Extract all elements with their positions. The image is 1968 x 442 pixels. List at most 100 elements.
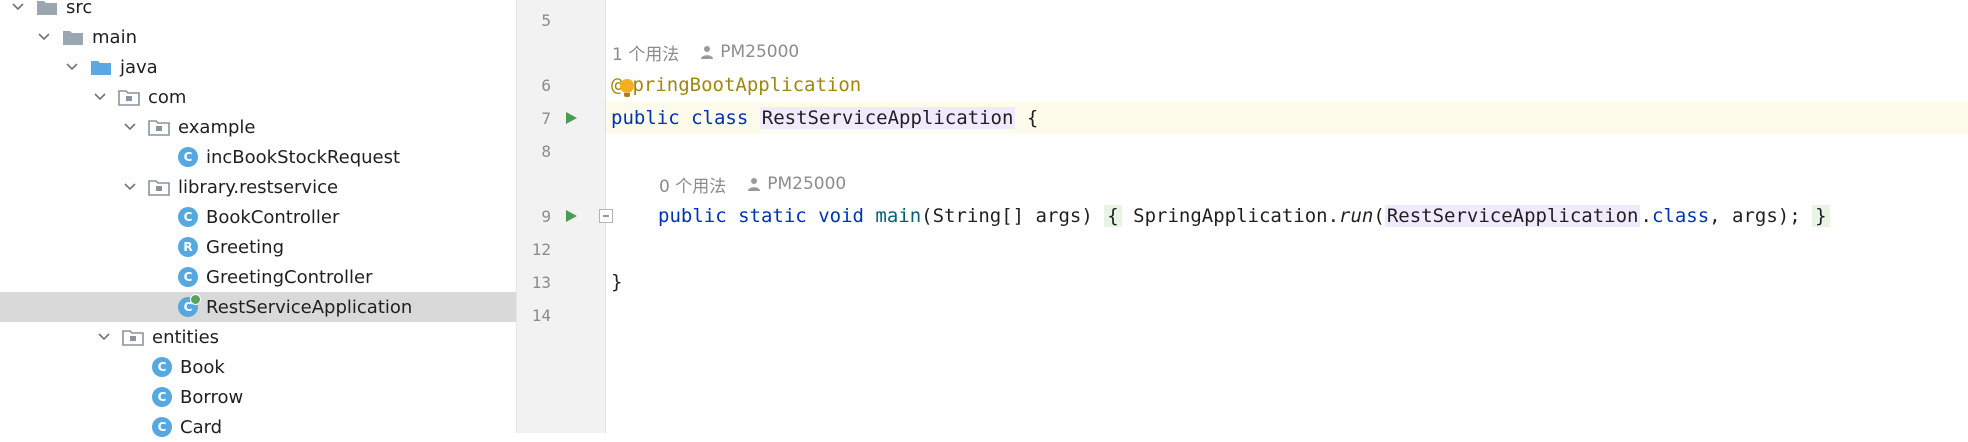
package-icon (148, 118, 170, 136)
author-hint[interactable]: PM25000 (701, 42, 799, 62)
tree-item-label: Card (180, 416, 223, 438)
tree-item-label: library.restservice (178, 176, 339, 198)
class-icon: C (178, 267, 198, 287)
line-number: 8 (541, 141, 551, 161)
tree-item-restserviceapplication[interactable]: C RestServiceApplication (0, 292, 516, 322)
class-icon: C (178, 147, 198, 167)
gutter-row: 8 (517, 135, 605, 167)
spring-application-ref: SpringApplication. (1133, 205, 1340, 227)
code-line-7[interactable]: public class RestServiceApplication { (606, 102, 1968, 134)
tree-item-label: RestServiceApplication (206, 296, 413, 318)
lightbulb-icon[interactable] (620, 78, 635, 97)
usages-count[interactable]: 1 个用法 (612, 40, 679, 65)
code-line-9[interactable]: public static void main(String[] args) {… (606, 200, 1968, 232)
author-hint[interactable]: PM25000 (748, 174, 846, 194)
tree-item-greetingcontroller[interactable]: C GreetingController (0, 262, 516, 292)
chevron-down-icon[interactable] (120, 172, 140, 202)
tree-item-card[interactable]: C Card (0, 412, 516, 442)
usage-hint[interactable]: 1 个用法 PM25000 (612, 38, 799, 66)
tree-item-entities[interactable]: entities (0, 322, 516, 352)
run-icon[interactable] (563, 110, 579, 126)
method-params: (String[] args) (921, 205, 1093, 227)
chevron-down-icon[interactable] (120, 112, 140, 142)
tree-item-label: entities (152, 326, 220, 348)
tree-item-src[interactable]: src (0, 0, 516, 22)
line-number: 7 (541, 108, 551, 128)
tree-item-incbookstockrequest[interactable]: C incBookStockRequest (0, 142, 516, 172)
code-line-13[interactable]: } (606, 266, 1968, 298)
annotation-name: pringBootApplication (632, 74, 862, 96)
run-icon[interactable] (563, 208, 579, 224)
run-badge-icon (190, 294, 201, 305)
tree-item-label: main (92, 26, 137, 48)
entity-class-icon: C (152, 387, 172, 407)
call-args-end: , args); (1709, 205, 1801, 227)
usages-count[interactable]: 0 个用法 (659, 172, 726, 197)
package-icon (122, 328, 144, 346)
tree-item-java[interactable]: java (0, 52, 516, 82)
gutter-row: 14 (517, 299, 605, 331)
code-editor[interactable]: 5 6 7 8 9 12 13 14 1 个用法 PM25000 @ pring… (517, 0, 1968, 433)
keyword-public: public (658, 205, 727, 227)
keyword-static: static (738, 205, 807, 227)
tree-item-main[interactable]: main (0, 22, 516, 52)
class-declaration: public class RestServiceApplication { (606, 107, 1038, 129)
annotation: @ pringBootApplication (606, 74, 862, 97)
chevron-down-icon[interactable] (8, 0, 28, 22)
entity-class-icon: C (152, 417, 172, 437)
chevron-down-icon[interactable] (34, 22, 54, 52)
tree-item-label: incBookStockRequest (206, 146, 401, 168)
tree-item-borrow[interactable]: C Borrow (0, 382, 516, 412)
folder-icon (36, 0, 58, 16)
gutter-row: 13 (517, 266, 605, 298)
tree-item-example[interactable]: example (0, 112, 516, 142)
line-number: 9 (541, 206, 551, 226)
package-icon (148, 178, 170, 196)
dot: . (1640, 205, 1652, 227)
editor-gutter: 5 6 7 8 9 12 13 14 (517, 0, 613, 433)
keyword-class-literal: class (1651, 205, 1710, 227)
code-line-6[interactable]: @ pringBootApplication (606, 69, 1968, 101)
line-number: 14 (531, 305, 551, 325)
tree-item-library-restservice[interactable]: library.restservice (0, 172, 516, 202)
chevron-down-icon[interactable] (90, 82, 110, 112)
class-icon: C (178, 207, 198, 227)
tree-item-label: GreetingController (206, 266, 373, 288)
keyword-void: void (818, 205, 864, 227)
record-icon: R (178, 237, 198, 257)
tree-item-bookcontroller[interactable]: C BookController (0, 202, 516, 232)
line-number: 12 (531, 239, 551, 259)
usage-hint[interactable]: 0 个用法 PM25000 (659, 170, 846, 198)
entity-class-icon: C (152, 357, 172, 377)
code-area[interactable]: 1 个用法 PM25000 @ pringBootApplication publ… (606, 0, 1968, 433)
tree-item-label: src (66, 0, 93, 18)
line-number: 5 (541, 10, 551, 30)
chevron-down-icon[interactable] (94, 322, 114, 352)
class-name: RestServiceApplication (759, 107, 1016, 129)
author-name: PM25000 (767, 174, 847, 194)
author-name: PM25000 (720, 42, 800, 62)
open-brace: { (1026, 107, 1039, 129)
method-name: main (875, 205, 922, 227)
ide-window: src main java com example C incBookStock… (0, 0, 1968, 438)
line-number: 13 (531, 272, 551, 292)
source-folder-icon (90, 58, 112, 76)
tree-item-greeting[interactable]: R Greeting (0, 232, 516, 262)
chevron-down-icon[interactable] (62, 52, 82, 82)
tree-item-label: example (178, 116, 256, 138)
tree-item-book[interactable]: C Book (0, 352, 516, 382)
class-reference: RestServiceApplication (1384, 205, 1641, 227)
keyword-public: public (611, 107, 680, 129)
folded-brace-open[interactable]: { (1104, 205, 1122, 227)
folded-brace-close[interactable]: } (1812, 205, 1830, 227)
gutter-row: 9 (517, 200, 605, 232)
tree-item-com[interactable]: com (0, 82, 516, 112)
tree-item-label: Book (180, 356, 225, 378)
gutter-row: 7 (517, 102, 605, 134)
person-icon (748, 178, 761, 191)
gutter-row: 5 (517, 4, 605, 36)
keyword-class: class (691, 107, 749, 129)
tree-item-label: BookController (206, 206, 340, 228)
gutter-row: 12 (517, 233, 605, 265)
main-method: public static void main(String[] args) {… (606, 205, 1830, 227)
